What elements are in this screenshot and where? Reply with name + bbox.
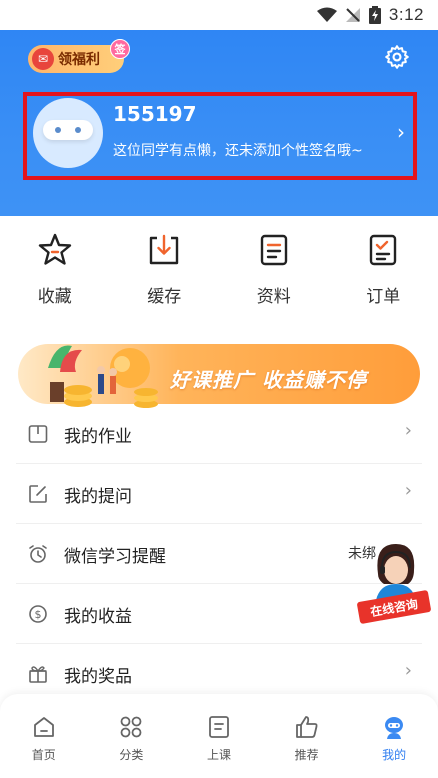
star-icon — [38, 233, 71, 265]
quick-action-label: 收藏 — [37, 287, 72, 307]
svg-text:$: $ — [35, 608, 42, 621]
coins-illustration — [48, 345, 158, 408]
menu-item-questions[interactable]: 我的提问 › — [16, 464, 422, 524]
tab-mine[interactable]: 我的 — [350, 694, 438, 778]
download-icon — [150, 234, 179, 265]
signal-off-icon — [345, 8, 360, 22]
welfare-button[interactable]: ✉ 领福利 签 — [28, 39, 130, 73]
battery-charging-icon — [368, 6, 381, 24]
signature: 这位同学有点懒，还未添加个性签名哦~ — [113, 143, 363, 159]
chevron-right-icon: › — [404, 660, 412, 681]
quick-action-orders[interactable]: 订单 — [329, 224, 438, 314]
document-icon — [260, 234, 287, 266]
menu-item-label: 微信学习提醒 — [64, 547, 166, 567]
quick-action-label: 缓存 — [147, 287, 182, 307]
quick-action-cache[interactable]: 缓存 — [110, 224, 220, 314]
tab-label: 分类 — [119, 748, 144, 762]
welfare-label: 领福利 — [58, 52, 100, 68]
profile-header: ✉ 领福利 签 155197 这位同学有点懒，还未添加个性签名哦~ › — [0, 30, 438, 216]
menu-item-label: 我的作业 — [64, 427, 132, 447]
bottom-tab-bar: 首页 分类 上课 推荐 我的 — [0, 694, 438, 778]
thumbs-up-icon — [295, 716, 318, 738]
quick-action-materials[interactable]: 资料 — [219, 224, 329, 314]
menu-item-label: 我的奖品 — [64, 667, 132, 687]
alarm-icon — [29, 545, 47, 563]
tab-category[interactable]: 分类 — [88, 694, 176, 778]
quick-action-label: 资料 — [256, 287, 291, 307]
home-icon — [33, 717, 54, 737]
online-consult-button[interactable]: 在线咨询 — [356, 540, 434, 630]
username: 155197 — [113, 102, 197, 126]
chevron-right-icon: › — [404, 420, 412, 441]
menu-item-label: 我的收益 — [64, 607, 132, 627]
quick-action-label: 订单 — [366, 287, 401, 307]
gift-icon — [29, 666, 47, 683]
tab-label: 上课 — [206, 748, 231, 762]
chevron-right-icon: › — [397, 120, 405, 144]
checkin-badge: 签 — [110, 39, 130, 59]
profile-icon — [385, 717, 404, 739]
status-bar: 3:12 — [0, 0, 438, 30]
chevron-right-icon: › — [404, 480, 412, 501]
tab-label: 首页 — [31, 748, 56, 762]
tab-label: 推荐 — [294, 748, 319, 762]
money-icon: $ — [29, 605, 47, 623]
edit-icon — [29, 485, 47, 503]
class-icon — [209, 716, 229, 738]
quick-action-favorites[interactable]: 收藏 — [0, 224, 110, 314]
tab-label: 我的 — [382, 748, 407, 762]
tab-class[interactable]: 上课 — [175, 694, 263, 778]
homework-icon — [28, 425, 48, 443]
status-time: 3:12 — [388, 5, 424, 24]
order-icon — [370, 234, 397, 266]
avatar-face — [43, 120, 93, 140]
wifi-icon — [316, 7, 337, 22]
gear-icon[interactable] — [384, 44, 410, 70]
quick-actions: 收藏 缓存 资料 订单 — [0, 224, 438, 314]
menu-item-label: 我的提问 — [64, 487, 132, 507]
category-icon — [120, 716, 142, 738]
avatar[interactable] — [33, 98, 103, 168]
tab-home[interactable]: 首页 — [0, 694, 88, 778]
banner-text: 好课推广 收益赚不停 — [170, 368, 367, 392]
red-envelope-icon: ✉ — [32, 48, 54, 70]
tab-recommend[interactable]: 推荐 — [263, 694, 351, 778]
profile-card[interactable]: 155197 这位同学有点懒，还未添加个性签名哦~ › — [23, 92, 417, 180]
menu-item-homework[interactable]: 我的作业 › — [16, 404, 422, 464]
